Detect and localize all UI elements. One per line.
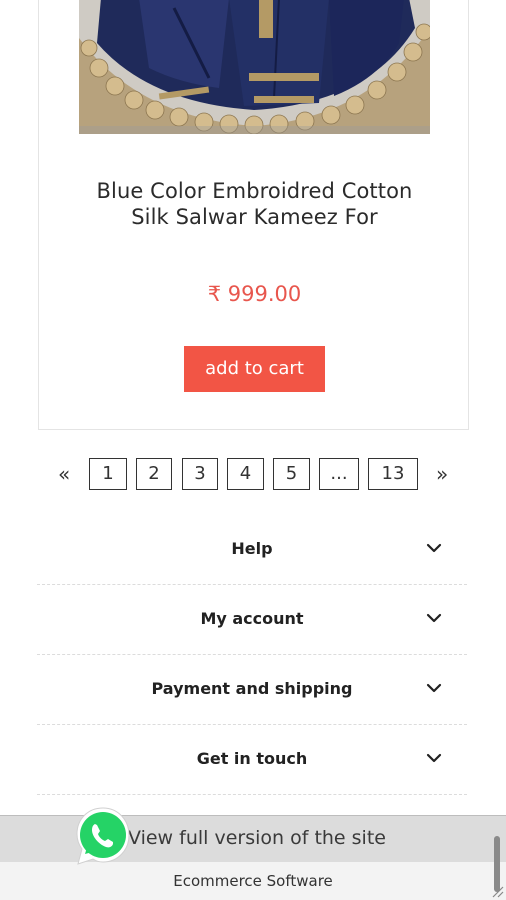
accordion-get-in-touch[interactable]: Get in touch xyxy=(37,725,467,795)
full-version-label: View full version of the site xyxy=(128,827,386,849)
product-title[interactable]: Blue Color Embroidred Cotton Silk Salwar… xyxy=(39,178,470,230)
accordion-label: Get in touch xyxy=(196,749,308,768)
accordion-my-account[interactable]: My account xyxy=(37,585,467,655)
accordion-label: My account xyxy=(200,609,304,628)
pagination-prev-button[interactable]: « xyxy=(58,462,70,486)
accordion-label: Help xyxy=(231,539,273,558)
chevron-down-icon xyxy=(426,543,442,553)
chevron-down-icon xyxy=(426,613,442,623)
pagination-page-13[interactable]: 13 xyxy=(368,458,418,490)
product-photo xyxy=(79,0,430,134)
pagination-page-4[interactable]: 4 xyxy=(227,458,264,490)
product-title-line2: Silk Salwar Kameez For xyxy=(131,205,378,229)
mobile-shop-page: Blue Color Embroidred Cotton Silk Salwar… xyxy=(0,0,506,900)
accordion-label: Payment and shipping xyxy=(151,679,353,698)
pagination-next-button[interactable]: » xyxy=(436,462,448,486)
pagination-page-5[interactable]: 5 xyxy=(273,458,310,490)
pagination: « 1 2 3 4 5 ... 13 » xyxy=(0,458,506,492)
ecommerce-software-link[interactable]: Ecommerce Software xyxy=(0,872,506,890)
pagination-page-3[interactable]: 3 xyxy=(182,458,218,490)
chevron-down-icon xyxy=(426,683,442,693)
whatsapp-icon[interactable] xyxy=(74,806,132,868)
product-image[interactable] xyxy=(79,0,430,134)
accordion-help[interactable]: Help xyxy=(37,515,467,585)
product-title-line1: Blue Color Embroidred Cotton xyxy=(96,179,413,203)
resize-grip-icon xyxy=(492,886,504,898)
pagination-ellipsis: ... xyxy=(319,458,359,490)
pagination-page-2[interactable]: 2 xyxy=(136,458,172,490)
add-to-cart-button[interactable]: add to cart xyxy=(184,346,325,392)
accordion-payment-shipping[interactable]: Payment and shipping xyxy=(37,655,467,725)
chevron-down-icon xyxy=(426,753,442,763)
footer-accordion: Help My account Payment and shipping Get… xyxy=(37,515,467,795)
product-price: ₹ 999.00 xyxy=(207,282,302,306)
product-card: Blue Color Embroidred Cotton Silk Salwar… xyxy=(38,0,469,430)
pagination-page-1[interactable]: 1 xyxy=(89,458,127,490)
